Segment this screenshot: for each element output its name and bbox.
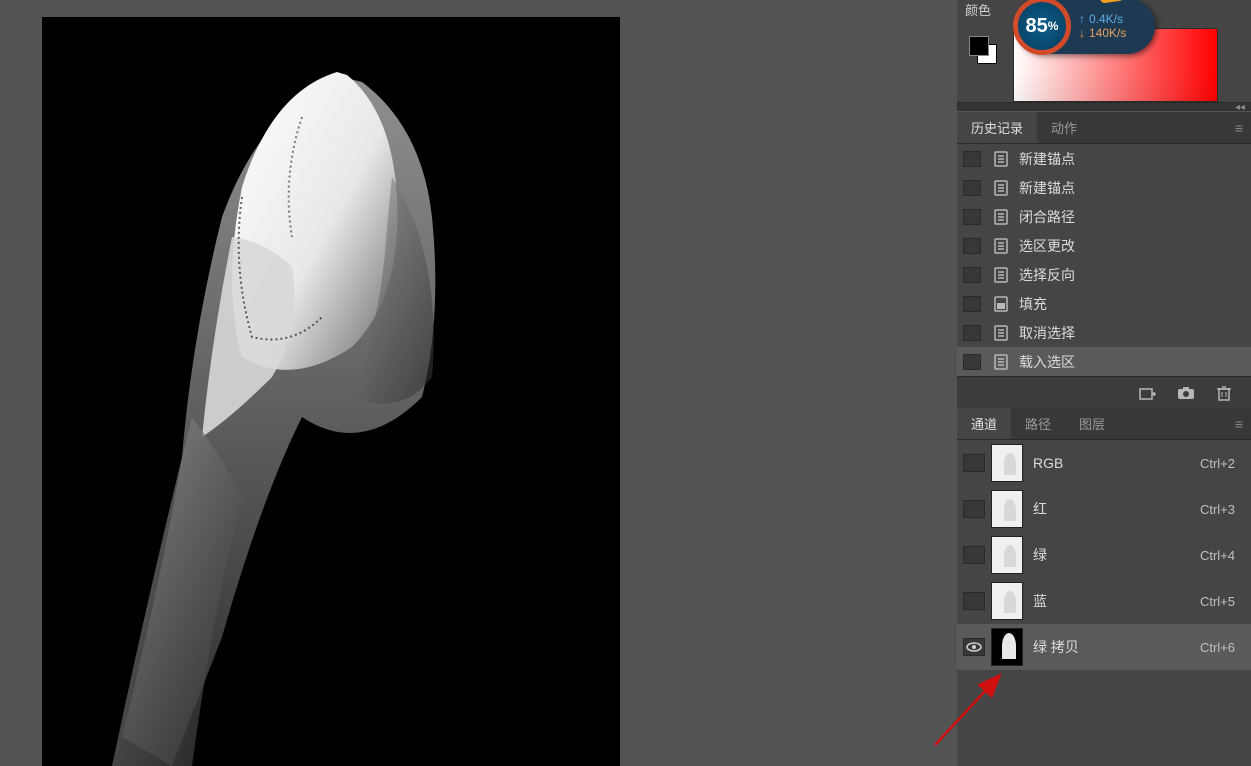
speed-readout: 0.4K/s 140K/s [1079, 12, 1126, 40]
document-icon [993, 151, 1009, 167]
history-toggle[interactable] [963, 209, 981, 225]
visibility-toggle[interactable] [963, 638, 985, 656]
tab-paths[interactable]: 路径 [1011, 408, 1065, 439]
right-panel-stack: 颜色 VIP 85% 0.4K/s 140K/s ◂◂ 历史记录 动作 ≡ [957, 0, 1251, 766]
panel-menu-icon[interactable]: ≡ [1227, 408, 1251, 439]
document-icon [993, 238, 1009, 254]
history-item[interactable]: 新建锚点 [957, 144, 1251, 173]
visibility-toggle[interactable] [963, 592, 985, 610]
fill-icon [993, 296, 1009, 312]
history-panel: 历史记录 动作 ≡ 新建锚点 新建锚点 闭合路径 [957, 112, 1251, 408]
tab-history[interactable]: 历史记录 [957, 112, 1037, 143]
new-snapshot-icon[interactable] [1139, 385, 1157, 401]
canvas-content [42, 17, 620, 766]
download-speed: 140K/s [1079, 26, 1126, 40]
channel-shortcut: Ctrl+3 [1200, 502, 1235, 517]
channel-label: 红 [1033, 499, 1047, 519]
channel-label: RGB [1033, 455, 1063, 471]
document-icon [993, 354, 1009, 370]
camera-icon[interactable] [1177, 385, 1195, 401]
history-item[interactable]: 新建锚点 [957, 173, 1251, 202]
channel-thumbnail [991, 490, 1023, 528]
channel-item-rgb[interactable]: RGB Ctrl+2 [957, 440, 1251, 486]
speed-percent-value: 85 [1026, 15, 1048, 38]
channel-shortcut: Ctrl+2 [1200, 456, 1235, 471]
channel-item-blue[interactable]: 蓝 Ctrl+5 [957, 578, 1251, 624]
history-list: 新建锚点 新建锚点 闭合路径 选区更改 选择反向 [957, 144, 1251, 376]
color-panel: 颜色 VIP 85% 0.4K/s 140K/s [957, 0, 1251, 102]
history-item[interactable]: 闭合路径 [957, 202, 1251, 231]
history-item-label: 载入选区 [1019, 352, 1075, 372]
history-item-label: 填充 [1019, 294, 1047, 314]
channel-thumbnail [991, 536, 1023, 574]
channel-item-green[interactable]: 绿 Ctrl+4 [957, 532, 1251, 578]
history-item-label: 选区更改 [1019, 236, 1075, 256]
channel-thumbnail [991, 582, 1023, 620]
history-item-label: 取消选择 [1019, 323, 1075, 343]
channel-shortcut: Ctrl+6 [1200, 640, 1235, 655]
history-toggle[interactable] [963, 151, 981, 167]
channel-label: 绿 拷贝 [1033, 637, 1079, 657]
document-icon [993, 325, 1009, 341]
tab-layers[interactable]: 图层 [1065, 408, 1119, 439]
history-item[interactable]: 取消选择 [957, 318, 1251, 347]
visibility-toggle[interactable] [963, 500, 985, 518]
history-item[interactable]: 选区更改 [957, 231, 1251, 260]
history-item-label: 新建锚点 [1019, 149, 1075, 169]
history-toggle[interactable] [963, 325, 981, 341]
speed-percent-circle: 85% [1013, 0, 1071, 55]
channel-label: 绿 [1033, 545, 1047, 565]
eye-icon [965, 641, 983, 653]
color-panel-title: 颜色 [965, 0, 991, 19]
history-item[interactable]: 填充 [957, 289, 1251, 318]
history-toggle[interactable] [963, 354, 981, 370]
canvas[interactable] [42, 17, 620, 766]
foreground-color-swatch[interactable] [969, 36, 989, 56]
channels-panel: 通道 路径 图层 ≡ RGB Ctrl+2 红 Ctrl+3 绿 Ct [957, 408, 1251, 766]
channel-thumbnail [991, 628, 1023, 666]
channel-list: RGB Ctrl+2 红 Ctrl+3 绿 Ctrl+4 蓝 Ctrl+5 [957, 440, 1251, 670]
channel-item-red[interactable]: 红 Ctrl+3 [957, 486, 1251, 532]
tab-channels[interactable]: 通道 [957, 408, 1011, 439]
color-swatches[interactable] [969, 36, 997, 64]
document-icon [993, 209, 1009, 225]
history-item[interactable]: 载入选区 [957, 347, 1251, 376]
history-item-label: 闭合路径 [1019, 207, 1075, 227]
history-panel-footer [957, 376, 1251, 408]
history-tabs: 历史记录 动作 ≡ [957, 112, 1251, 144]
visibility-toggle[interactable] [963, 546, 985, 564]
network-speed-widget[interactable]: VIP 85% 0.4K/s 140K/s [1015, 0, 1155, 54]
panel-collapse-bar[interactable]: ◂◂ [957, 102, 1251, 112]
history-item-label: 选择反向 [1019, 265, 1075, 285]
document-icon [993, 267, 1009, 283]
channels-tabs: 通道 路径 图层 ≡ [957, 408, 1251, 440]
trash-icon[interactable] [1215, 385, 1233, 401]
channel-shortcut: Ctrl+4 [1200, 548, 1235, 563]
document-icon [993, 180, 1009, 196]
channel-thumbnail [991, 444, 1023, 482]
history-item-label: 新建锚点 [1019, 178, 1075, 198]
history-item[interactable]: 选择反向 [957, 260, 1251, 289]
channel-shortcut: Ctrl+5 [1200, 594, 1235, 609]
channel-label: 蓝 [1033, 591, 1047, 611]
panel-menu-icon[interactable]: ≡ [1227, 112, 1251, 143]
history-toggle[interactable] [963, 238, 981, 254]
history-toggle[interactable] [963, 296, 981, 312]
history-toggle[interactable] [963, 180, 981, 196]
upload-speed: 0.4K/s [1079, 12, 1126, 26]
tab-actions[interactable]: 动作 [1037, 112, 1091, 143]
vip-badge: VIP [1100, 0, 1124, 4]
channel-item-green-copy[interactable]: 绿 拷贝 Ctrl+6 [957, 624, 1251, 670]
visibility-toggle[interactable] [963, 454, 985, 472]
history-toggle[interactable] [963, 267, 981, 283]
speed-percent-suffix: % [1048, 19, 1059, 33]
